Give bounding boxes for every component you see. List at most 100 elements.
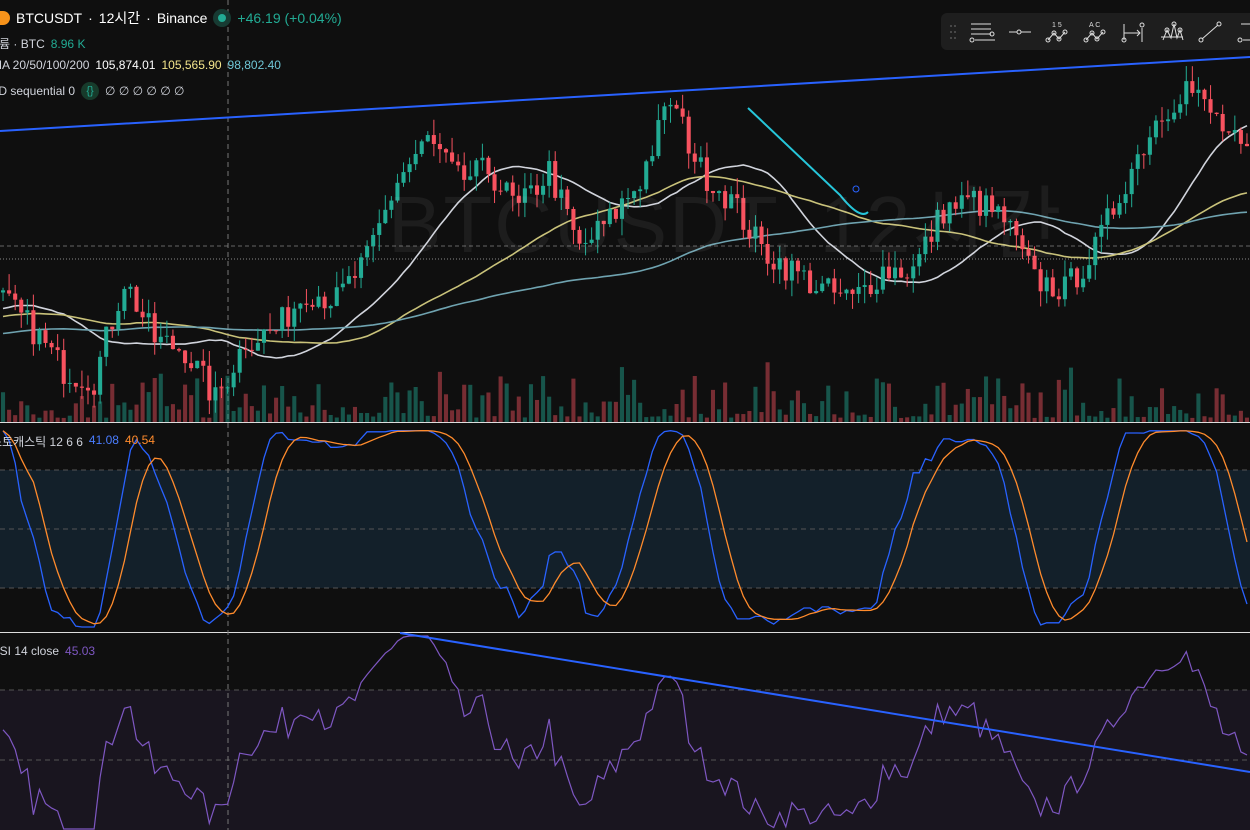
volume-bar: [280, 386, 285, 422]
symbol-watermark: BTCUSDT, 12시간: [388, 180, 1064, 269]
volume-bar: [183, 384, 188, 422]
volume-bar: [1050, 417, 1055, 422]
volume-bar: [1244, 417, 1249, 422]
rsi-legend[interactable]: RSI 14 close 45.03: [0, 644, 95, 658]
candle-body: [13, 293, 18, 300]
volume-bar: [850, 412, 855, 422]
volume-bar: [692, 375, 697, 422]
chart-canvas[interactable]: [0, 0, 1250, 830]
volume-bar: [1214, 388, 1219, 422]
candle-body: [437, 144, 442, 150]
volume-bar: [886, 383, 891, 422]
drag-handle-icon[interactable]: [949, 19, 957, 45]
candle-body: [1111, 208, 1116, 215]
volume-bar: [116, 405, 121, 422]
candle-body: [668, 104, 673, 107]
volume-bar: [13, 415, 18, 422]
candle-body: [1202, 89, 1207, 100]
candle-body: [286, 307, 291, 327]
candle-body: [674, 104, 679, 109]
candle-body: [814, 291, 819, 294]
volume-bar: [1166, 414, 1171, 422]
candle-body: [110, 326, 115, 330]
candle-body: [1129, 168, 1134, 195]
volume-bar: [783, 414, 788, 422]
svg-text:1 5: 1 5: [1052, 22, 1062, 29]
candle-body: [328, 305, 333, 309]
volume-bar: [164, 406, 169, 422]
volume-bar: [383, 396, 388, 422]
volume-bar: [1099, 411, 1104, 422]
candle-body: [838, 292, 843, 294]
parallel-channel-icon[interactable]: [969, 19, 995, 45]
volume-bar: [947, 414, 952, 422]
symbol-name[interactable]: BTCUSDT: [16, 10, 82, 26]
candle-body: [1153, 120, 1158, 138]
source-code-icon[interactable]: {}: [81, 82, 100, 100]
td-values: ∅ ∅ ∅ ∅ ∅ ∅: [105, 84, 185, 98]
candle-body: [231, 372, 236, 388]
price-change: +46.19 (+0.04%): [237, 10, 342, 26]
volume-bar: [959, 403, 964, 422]
volume-bar: [686, 417, 691, 422]
candle-body: [1184, 81, 1189, 105]
volume-bar: [820, 401, 825, 422]
candle-body: [25, 310, 30, 313]
trend-line-icon[interactable]: [1197, 19, 1223, 45]
volume-bar: [771, 391, 776, 422]
volume-bar: [243, 393, 248, 422]
candle-body: [92, 390, 97, 395]
candle-body: [1050, 277, 1055, 297]
stoch-legend[interactable]: 스토캐스틱 12 6 6 41.08 40.54: [0, 433, 155, 450]
candle-body: [176, 349, 182, 351]
volume-legend[interactable]: 볼륨 · BTC 8.96 K: [0, 35, 85, 52]
candle-body: [1196, 89, 1201, 93]
volume-bar: [1117, 378, 1122, 422]
candle-body: [826, 278, 831, 284]
volume-bar: [1081, 402, 1086, 422]
candle-body: [219, 387, 224, 389]
volume-bar: [1238, 410, 1243, 422]
pattern-abc-icon[interactable]: A C: [1083, 19, 1109, 45]
head-shoulders-icon[interactable]: [1159, 19, 1185, 45]
candle-body: [1105, 208, 1110, 225]
ma20-value: 105,874.01: [95, 58, 156, 72]
candle-body: [850, 289, 855, 294]
volume-bar: [73, 403, 78, 422]
horizontal-ray-icon[interactable]: [1007, 19, 1033, 45]
candle-body: [104, 326, 109, 357]
volume-bar: [899, 417, 904, 422]
interval[interactable]: 12시간: [99, 8, 140, 28]
candle-body: [116, 310, 121, 330]
pattern-1-5-icon[interactable]: 1 5: [1045, 19, 1071, 45]
volume-bar: [619, 367, 624, 422]
candle-body: [134, 286, 139, 312]
candle-body: [1099, 224, 1104, 237]
volume-bar: [534, 399, 540, 422]
volume-bar: [1026, 392, 1031, 422]
volume-bar: [480, 395, 485, 422]
volume-bar: [98, 401, 103, 422]
volume-bar: [729, 417, 734, 422]
volume-bar: [941, 382, 946, 422]
volume-bar: [1008, 408, 1013, 422]
rsi-label: RSI 14 close: [0, 644, 60, 658]
more-tools-icon[interactable]: [1235, 19, 1250, 45]
td-legend[interactable]: TD sequential 0 {} ∅ ∅ ∅ ∅ ∅ ∅: [0, 82, 184, 100]
candle-body: [49, 342, 54, 348]
volume-bar: [298, 412, 303, 422]
volume-bar: [795, 390, 800, 422]
volume-bar: [310, 405, 315, 422]
volume-bar: [25, 405, 30, 422]
volume-bar: [717, 409, 722, 422]
volume-bar: [577, 416, 582, 422]
volume-bar: [207, 417, 212, 422]
volume-bar: [322, 409, 327, 422]
date-range-icon[interactable]: [1121, 19, 1147, 45]
volume-bar: [1226, 414, 1231, 422]
volume-bar: [437, 371, 442, 422]
volume-bar: [255, 410, 260, 422]
ma-legend[interactable]: MA 20/50/100/200 105,874.01 105,565.90 9…: [0, 58, 281, 72]
candle-body: [1135, 154, 1140, 169]
volume-bar: [522, 417, 527, 422]
